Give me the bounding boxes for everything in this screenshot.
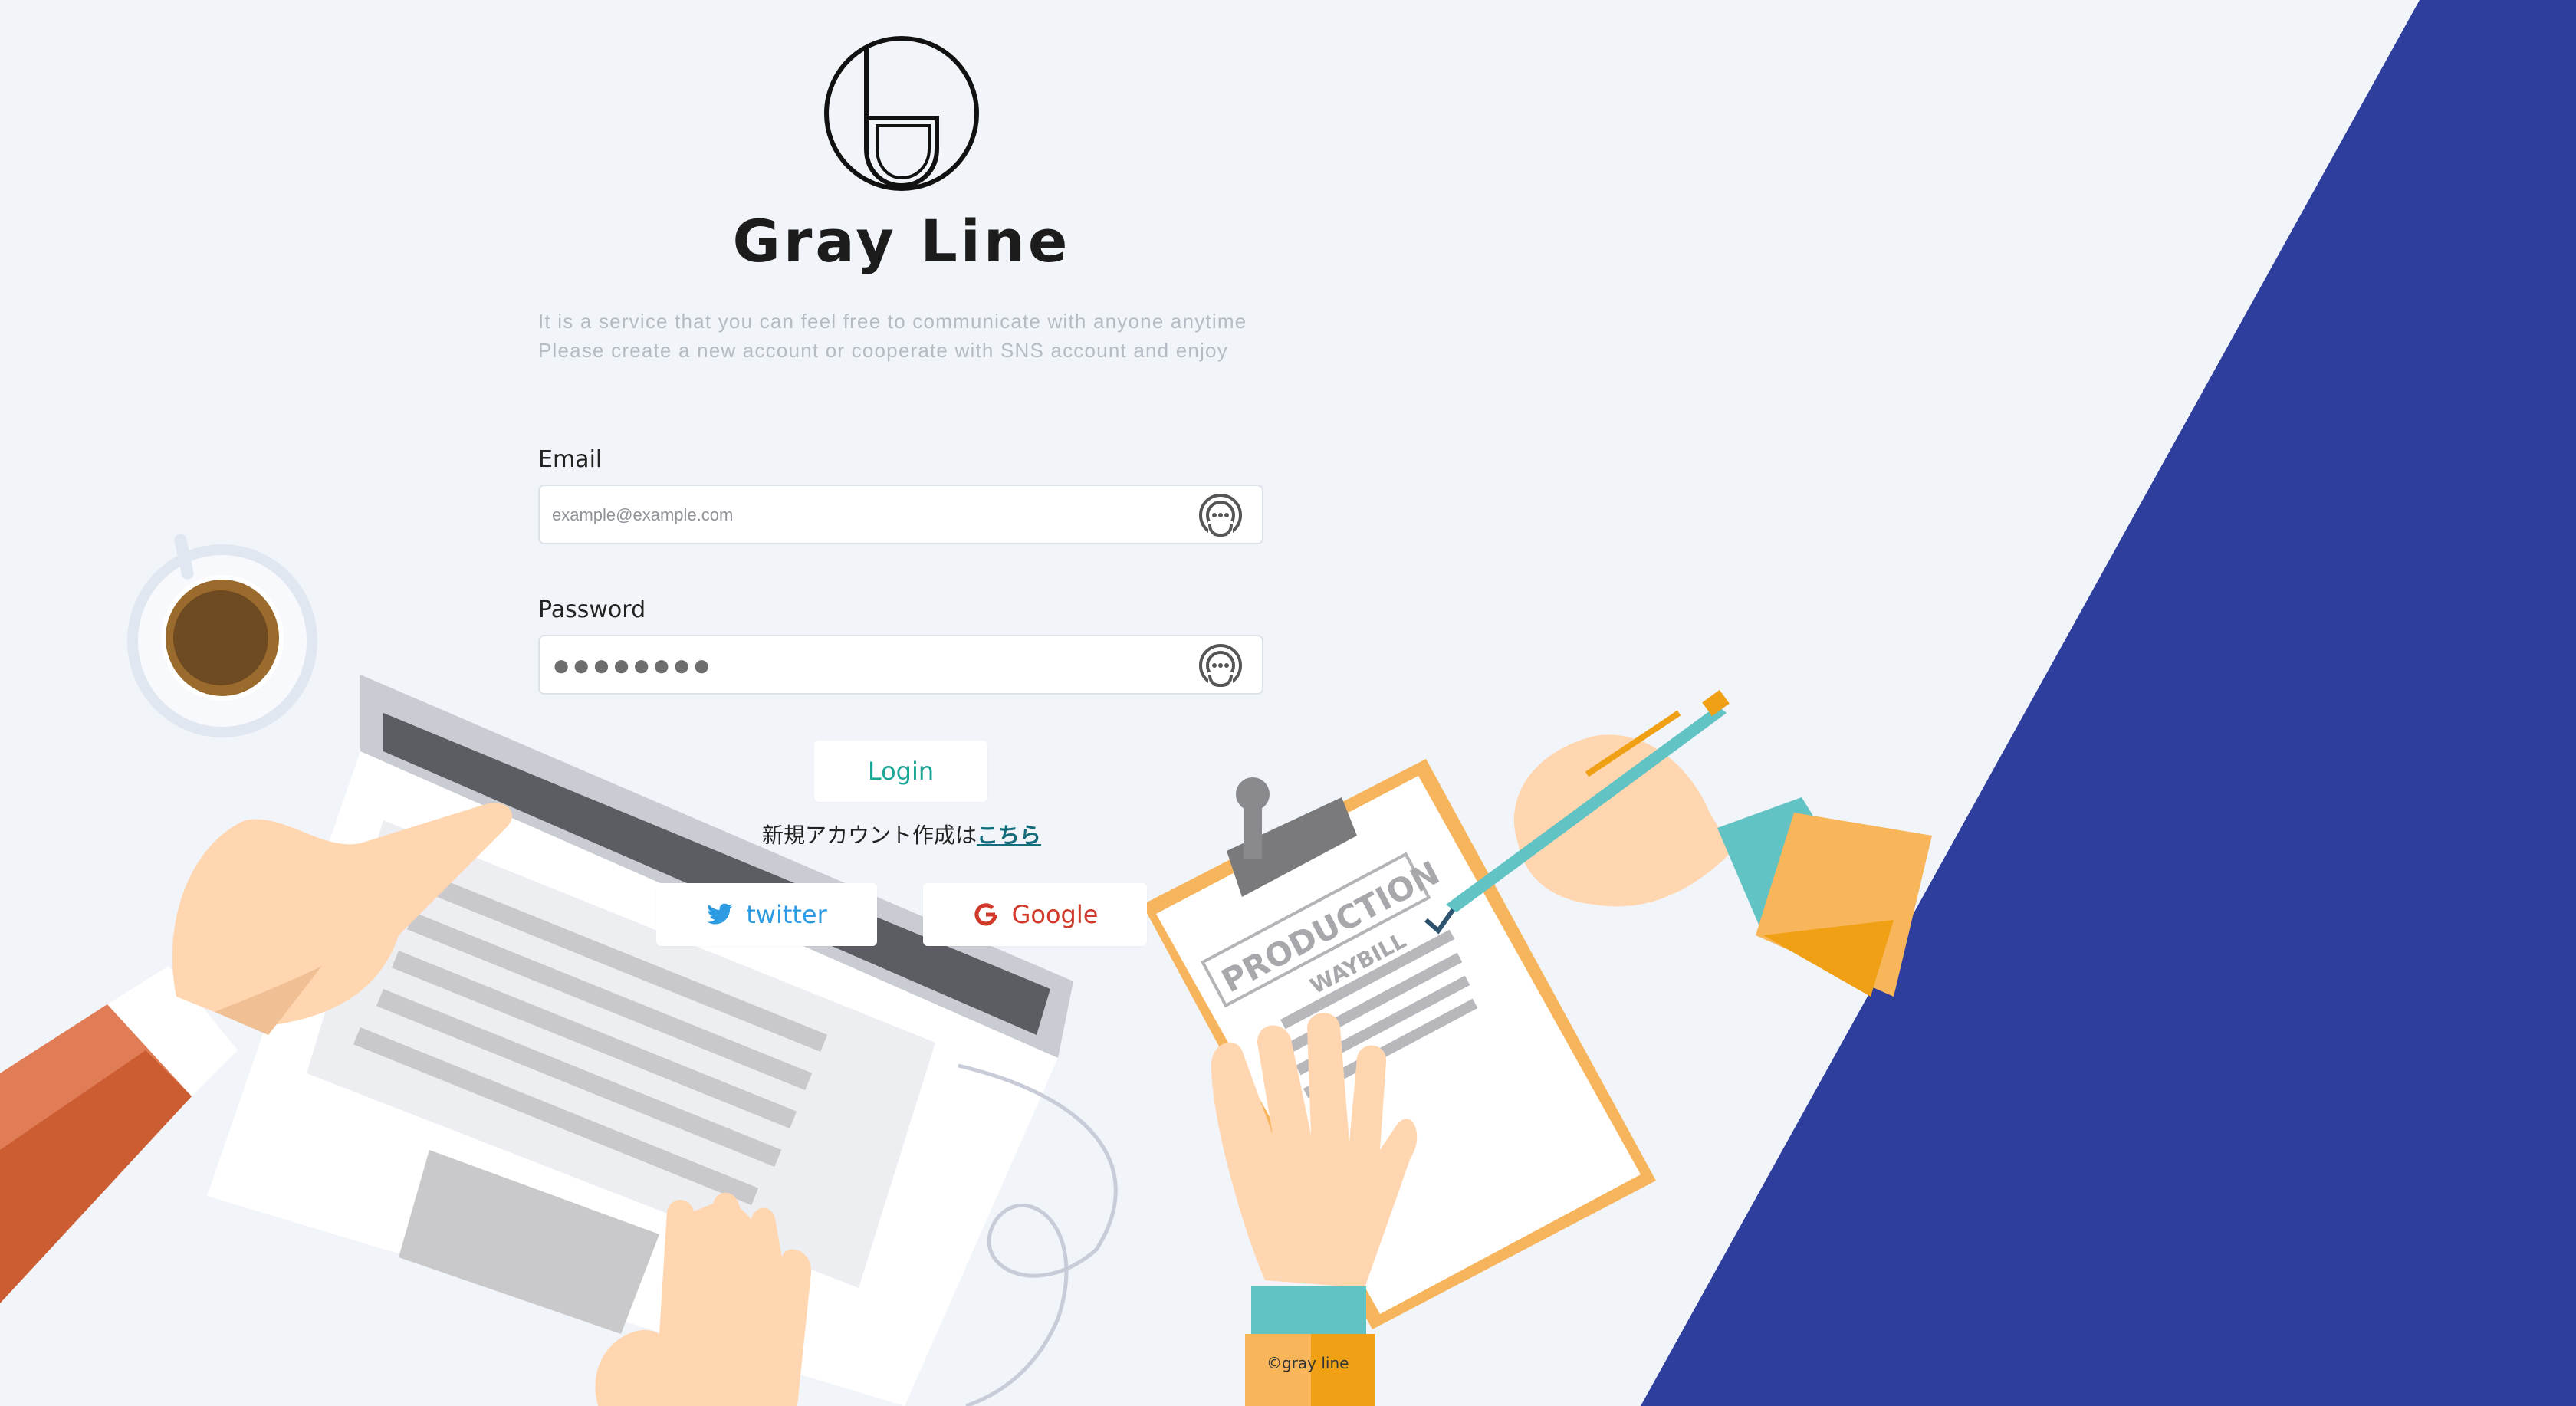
twitter-button-label: twitter	[746, 900, 827, 929]
twitter-login-button[interactable]: twitter	[656, 883, 877, 946]
password-manager-icon[interactable]	[1199, 494, 1242, 537]
email-input[interactable]	[550, 486, 1182, 544]
signup-link[interactable]: こちら	[977, 823, 1041, 848]
tagline-line-1: It is a service that you can feel free t…	[538, 310, 1247, 333]
password-manager-icon[interactable]	[1199, 644, 1242, 687]
login-page: Gray Line It is a service that you can f…	[0, 0, 2576, 1406]
login-button[interactable]: Login	[814, 741, 987, 802]
password-input[interactable]	[550, 636, 1182, 695]
google-g-icon	[974, 903, 997, 926]
twitter-bird-icon	[707, 903, 733, 925]
signup-prompt: 新規アカウント作成はこちら	[672, 819, 1132, 849]
email-label: Email	[538, 446, 603, 473]
copyright-text: ©gray line	[1267, 1354, 1349, 1372]
google-login-button[interactable]: Google	[923, 883, 1147, 946]
google-button-label: Google	[1011, 900, 1099, 929]
email-field-container	[538, 485, 1263, 544]
tagline-line-2: Please create a new account or cooperate…	[538, 339, 1228, 362]
gray-line-logo-icon	[824, 36, 979, 191]
tagline: It is a service that you can feel free t…	[538, 307, 1290, 365]
signup-text: 新規アカウント作成は	[761, 823, 977, 848]
password-label: Password	[538, 596, 646, 623]
brand-title: Gray Line	[732, 207, 1071, 275]
password-field-container	[538, 635, 1263, 695]
login-button-label: Login	[867, 757, 935, 786]
